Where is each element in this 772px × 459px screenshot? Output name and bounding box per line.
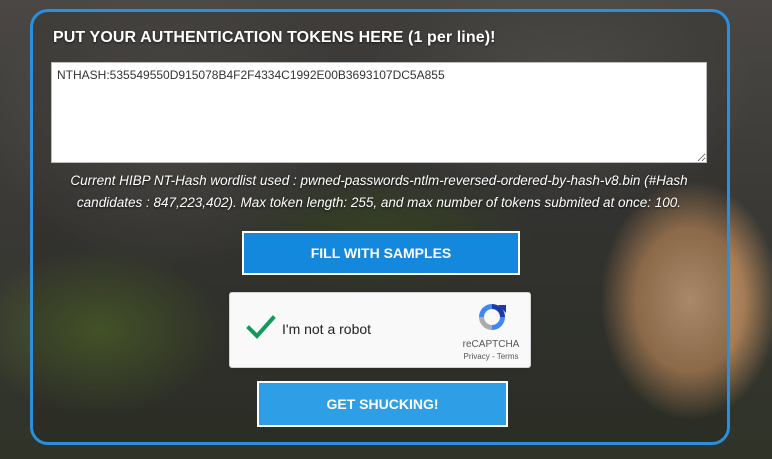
form-heading: PUT YOUR AUTHENTICATION TOKENS HERE (1 p… [53,29,496,46]
link-separator: - [489,352,497,361]
recaptcha-links: Privacy - Terms [458,352,524,361]
fill-samples-button[interactable]: FILL WITH SAMPLES [242,231,520,275]
recaptcha-logo-icon [476,301,508,333]
privacy-link[interactable]: Privacy [464,352,490,361]
page-background: PUT YOUR AUTHENTICATION TOKENS HERE (1 p… [0,0,772,459]
get-shucking-button[interactable]: GET SHUCKING! [257,381,508,427]
recaptcha-brand: reCAPTCHA [462,339,520,350]
token-form-panel: PUT YOUR AUTHENTICATION TOKENS HERE (1 p… [30,9,730,445]
checkmark-icon[interactable] [246,313,276,341]
tokens-textarea[interactable]: NTHASH:535549550D915078B4F2F4334C1992E00… [51,62,707,163]
wordlist-info-text: Current HIBP NT-Hash wordlist used : pwn… [70,173,688,210]
recaptcha-widget: I'm not a robot reCAPTCHA Privacy - Term… [229,292,531,368]
terms-link[interactable]: Terms [497,352,519,361]
captcha-label: I'm not a robot [282,321,372,337]
